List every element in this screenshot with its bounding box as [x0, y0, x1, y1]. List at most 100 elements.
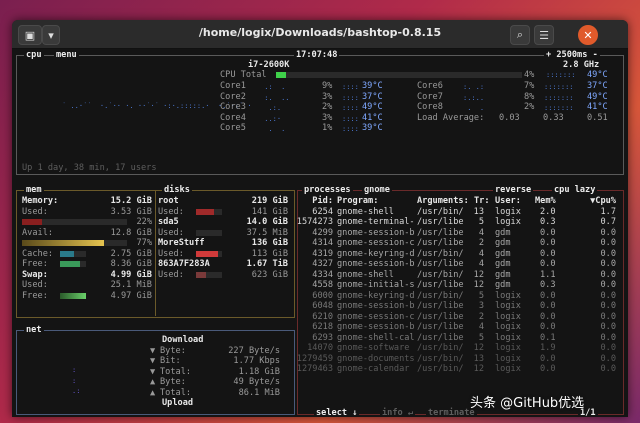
cell-pid: 1279463 [296, 364, 333, 374]
cell-cpu: 0.0 [600, 343, 616, 353]
cell-mem: 1.9 [540, 343, 556, 353]
cell-mem: 2.0 [540, 206, 556, 217]
cell-pid: 4319 [312, 248, 333, 259]
table-row[interactable]: 1279459 gnome-documents/usr/bin/13 logix 0.… [297, 353, 618, 365]
table-row[interactable]: 4327 gnome-session-b/usr/libe 4 gdm 0.0 0.0 [302, 259, 618, 270]
cell-user: logix [495, 311, 521, 322]
cell-user: logix [495, 332, 521, 343]
cell-args: /usr/libe [417, 238, 464, 248]
cores-left: Core1 .: . 9% :::: 39°C Core2 :. .. 3% :… [220, 81, 420, 134]
reverse-toggle[interactable]: reverse [493, 185, 534, 196]
cell-tr: 5 [478, 217, 484, 227]
cpu-total-bar [276, 72, 286, 78]
cell-pid: 6210 [312, 311, 333, 322]
cell-prog: gnome-session-b [337, 259, 415, 269]
cell-cpu: 0.0 [600, 280, 616, 290]
core-row: Core3 .:. 2% :::: 49°C [220, 102, 383, 112]
cell-user: gdm [495, 259, 511, 269]
cell-mem: 0.0 [540, 238, 556, 248]
proc-scrollbar[interactable]: · · · · · [612, 201, 616, 232]
table-row[interactable]: 4319 gnome-keyring-d/usr/bin/4 gdm 0.0 0.0 [302, 249, 618, 260]
cell-cpu: 0.0 [600, 301, 616, 311]
sort-selector[interactable]: cpu lazy [552, 185, 598, 196]
table-row[interactable]: 4299 gnome-session-b/usr/libe 4 gdm 0.0 0.0 [302, 228, 618, 239]
cell-prog: gnome-session-c [337, 238, 415, 248]
cell-args: /usr/libe [417, 280, 464, 290]
core-row: Core1 .: . 9% :::: 39°C [220, 81, 383, 91]
search-button[interactable]: ⌕ [510, 25, 530, 45]
cell-cpu: 0.0 [600, 259, 616, 269]
cell-pid: 4314 [312, 238, 333, 248]
cell-pid: 6048 [312, 301, 333, 311]
core-row: Core5 . . 1% :::: 39°C [220, 123, 383, 133]
cell-args: /usr/bin/ [417, 364, 464, 374]
swap-free-bar [60, 292, 86, 299]
cpu-freq: 2.8 GHz [563, 60, 600, 70]
filter-field[interactable]: gnome [362, 185, 392, 196]
cell-args: /usr/libe [417, 322, 464, 332]
cell-mem: 0.0 [540, 311, 556, 322]
cell-user: gdm [495, 238, 511, 248]
cell-tr: 2 [478, 311, 484, 322]
cell-prog: gnome-shell [337, 206, 394, 217]
table-row[interactable]: 4314 gnome-session-c/usr/libe 2 gdm 0.0 0.0 [302, 238, 618, 249]
cell-tr: 4 [478, 322, 484, 332]
terminal-area: cpu menu 17:07:48 + 2500ms - ˙ ..·˙˙ ·.˙… [12, 49, 628, 417]
cell-prog: gnome-terminal- [337, 217, 415, 227]
cpu-total-pct: 4% [524, 70, 535, 80]
table-row[interactable]: 4334 gnome-shell/usr/bin/12 gdm 1.1 0.0 [302, 270, 618, 281]
table-row[interactable]: 6293 gnome-shell-cal/usr/libe 5 logix 0.1 0.0 [302, 333, 618, 344]
info-button[interactable]: info ↵ [380, 408, 416, 417]
cores-right: Core6 :. .: 7% ::::::: 37°C Core7 :.:.. … [417, 81, 628, 123]
proc-list: 6254 gnome-shell/usr/bin/13 logix 2.0 1.7 157… [297, 207, 618, 375]
table-row[interactable]: 1279463 gnome-calendar/usr/bin/12 logix 0.0… [297, 364, 618, 375]
proc-header: Pid: Program: Arguments: Tr: User: Mem% … [312, 196, 616, 206]
cpu-total-graph: ::::::: [546, 71, 576, 79]
core-row: Core2 :. .. 3% :::: 37°C [220, 91, 383, 102]
cell-prog: gnome-session-b [337, 301, 415, 311]
cell-tr: 5 [478, 332, 484, 343]
select-button[interactable]: select ↓ [314, 408, 360, 417]
cell-mem: 0.0 [540, 301, 556, 311]
cell-args: /usr/libe [417, 227, 464, 238]
cell-pid: 4299 [312, 227, 333, 238]
cell-mem: 0.1 [540, 332, 556, 343]
cell-prog: gnome-software [337, 343, 410, 353]
cell-mem: 1.1 [540, 269, 556, 280]
cell-user: logix [495, 301, 521, 311]
cell-cpu: 0.0 [600, 290, 616, 301]
cpu-model: i7-2600K [248, 60, 290, 70]
cell-user: gdm [495, 269, 511, 280]
cpu-label: cpu [24, 50, 44, 61]
cell-prog: gnome-keyring-d [337, 248, 415, 259]
cell-user: gdm [495, 280, 511, 290]
cell-prog: gnome-session-b [337, 322, 415, 332]
menu-label[interactable]: menu [54, 50, 79, 61]
cell-user: logix [495, 343, 521, 353]
cell-cpu: 0.0 [600, 269, 616, 280]
cell-pid: 1279459 [296, 353, 333, 364]
table-row[interactable]: 6000 gnome-keyring-d/usr/bin/5 logix 0.0 0.0 [302, 291, 618, 302]
table-row[interactable]: 4558 gnome-initial-s/usr/libe 12 gdm 0.3 0.0 [302, 280, 618, 291]
menu-button[interactable]: ☰ [534, 25, 554, 45]
cell-pid: 4558 [312, 280, 333, 290]
table-row[interactable]: 14070 gnome-software/usr/bin/12 logix 1.9 0.… [302, 343, 618, 354]
cell-prog: gnome-shell-cal [337, 332, 415, 343]
net-graph: : : .: [72, 366, 81, 395]
mem-label: mem [24, 185, 44, 196]
cell-tr: 3 [478, 301, 484, 311]
close-button[interactable]: ✕ [578, 25, 598, 45]
cell-tr: 12 [473, 269, 484, 280]
terminate-button[interactable]: terminate [426, 408, 477, 417]
table-row[interactable]: 6048 gnome-session-b/usr/libe 3 logix 0.0 0.0 [302, 301, 618, 312]
update-interval[interactable]: + 2500ms - [544, 50, 600, 61]
core-row: Core6 :. .: 7% ::::::: 37°C [417, 81, 608, 91]
table-row[interactable]: 6210 gnome-session-c/usr/libe 2 logix 0.0 0.0 [302, 312, 618, 323]
table-row[interactable]: 6254 gnome-shell/usr/bin/13 logix 2.0 1.7 [302, 207, 618, 218]
cell-args: /usr/libe [417, 217, 464, 227]
cell-mem: 0.0 [540, 353, 556, 364]
cell-cpu: 0.0 [600, 238, 616, 248]
cell-mem: 0.3 [540, 280, 556, 290]
table-row[interactable]: 6218 gnome-session-b/usr/libe 4 logix 0.0 0.0 [302, 322, 618, 333]
table-row[interactable]: 1574273 gnome-terminal-/usr/libe 5 logix 0.3… [297, 217, 618, 228]
